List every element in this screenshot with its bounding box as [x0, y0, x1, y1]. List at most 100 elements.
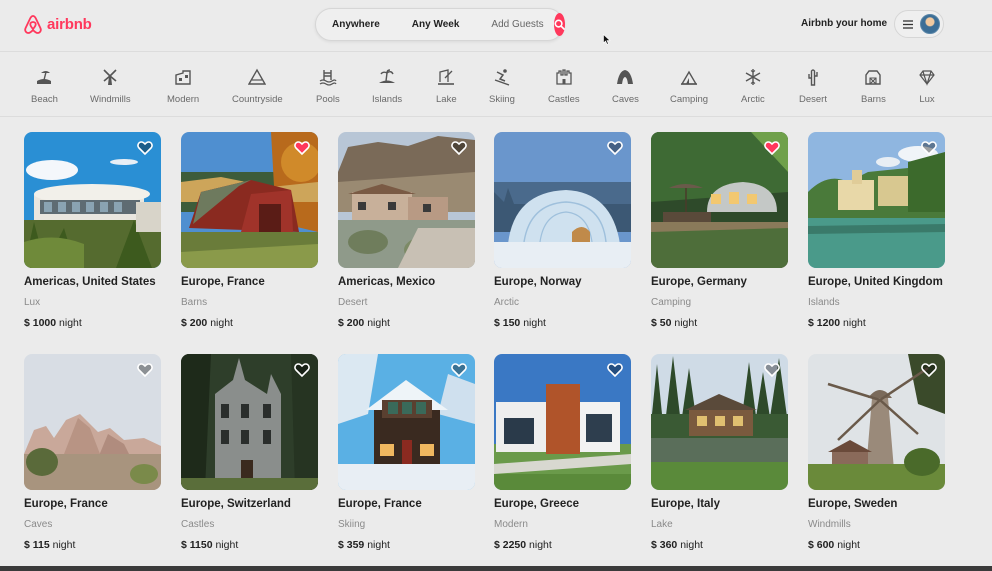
price-amount: $ 50: [651, 317, 672, 329]
lake-icon: [438, 69, 455, 85]
listing-card[interactable]: Americas, Mexico Desert $ 200 night: [338, 132, 475, 329]
category-barns[interactable]: Barns: [861, 68, 886, 105]
listing-location: Europe, France: [338, 498, 422, 510]
listing-photo[interactable]: [808, 132, 945, 268]
category-label: Lake: [436, 94, 457, 105]
heart-icon[interactable]: [451, 140, 467, 156]
category-castles[interactable]: Castles: [548, 68, 580, 105]
heart-icon[interactable]: [607, 140, 623, 156]
listing-card[interactable]: Europe, Germany Camping $ 50 night: [651, 132, 788, 329]
heart-icon[interactable]: [451, 362, 467, 378]
price-amount: $ 360: [651, 539, 678, 551]
category-windmills[interactable]: Windmills: [90, 68, 131, 105]
avatar: [920, 14, 940, 34]
heart-icon[interactable]: [921, 362, 937, 378]
listing-card[interactable]: Europe, Switzerland Castles $ 1150 night: [181, 354, 318, 551]
price-amount: $ 200: [338, 317, 365, 329]
category-label: Pools: [316, 94, 340, 105]
cave-icon: [617, 70, 634, 84]
listing-photo[interactable]: [338, 354, 475, 490]
price-amount: $ 1000: [24, 317, 57, 329]
listing-card[interactable]: Europe, Italy Lake $ 360 night: [651, 354, 788, 551]
listing-card[interactable]: Europe, Norway Arctic $ 150 night: [494, 132, 631, 329]
heart-icon[interactable]: [294, 140, 310, 156]
listing-photo[interactable]: [24, 354, 161, 490]
listing-card[interactable]: Europe, Greece Modern $ 2250 night: [494, 354, 631, 551]
price-unit: night: [215, 539, 239, 551]
price-amount: $ 115: [24, 539, 50, 551]
listing-photo[interactable]: [494, 132, 631, 268]
category-arctic[interactable]: Arctic: [741, 68, 765, 105]
category-skiing[interactable]: Skiing: [489, 68, 515, 105]
listing-location: Europe, Italy: [651, 498, 721, 510]
listing-card[interactable]: Europe, France Caves $ 115 night: [24, 354, 161, 551]
heart-icon[interactable]: [137, 140, 153, 156]
listing-category: Camping: [651, 297, 692, 308]
listing-card[interactable]: Europe, France Barns $ 200 night: [181, 132, 318, 329]
category-bar: Beach Windmills Modern Countryside Pools…: [0, 53, 992, 117]
listing-price: $ 200 night: [338, 317, 475, 329]
price-unit: night: [674, 317, 698, 329]
airbnb-logo[interactable]: airbnb: [23, 13, 92, 35]
category-modern[interactable]: Modern: [167, 68, 199, 105]
windmill-icon: [103, 69, 117, 85]
search-add-guests[interactable]: Add Guests: [475, 19, 549, 30]
airbnb-logo-icon: [24, 14, 42, 34]
category-desert[interactable]: Desert: [799, 68, 827, 105]
listing-photo[interactable]: [808, 354, 945, 490]
listing-price: $ 1200 night: [808, 317, 945, 329]
search-anywhere[interactable]: Anywhere: [316, 19, 396, 30]
category-lake[interactable]: Lake: [436, 68, 457, 105]
category-beach[interactable]: Beach: [31, 68, 58, 105]
listing-photo[interactable]: [338, 132, 475, 268]
cactus-icon: [808, 69, 818, 86]
category-pools[interactable]: Pools: [316, 68, 340, 105]
category-islands[interactable]: Islands: [372, 68, 402, 105]
user-menu-button[interactable]: [894, 10, 944, 38]
listing-photo[interactable]: [24, 132, 161, 268]
heart-icon[interactable]: [137, 362, 153, 378]
price-unit: night: [529, 539, 552, 551]
price-unit: night: [367, 317, 390, 329]
top-header: airbnb Anywhere Any Week Add Guests Airb…: [0, 0, 992, 52]
listing-card[interactable]: Europe, France Skiing $ 359 night: [338, 354, 475, 551]
listing-photo[interactable]: [651, 354, 788, 490]
price-amount: $ 1150: [181, 539, 213, 551]
listing-photo[interactable]: [494, 354, 631, 490]
category-camping[interactable]: Camping: [670, 68, 708, 105]
search-any-week[interactable]: Any Week: [396, 19, 476, 30]
listing-category: Skiing: [338, 519, 366, 530]
heart-icon[interactable]: [607, 362, 623, 378]
host-link[interactable]: Airbnb your home: [801, 18, 887, 29]
category-lux[interactable]: Lux: [918, 68, 936, 105]
listing-category: Lake: [651, 519, 673, 530]
listing-photo[interactable]: [181, 132, 318, 268]
listing-price: $ 1150 night: [181, 539, 318, 551]
listing-location: Europe, Norway: [494, 276, 582, 288]
search-button[interactable]: [553, 13, 565, 36]
listing-price: $ 2250 night: [494, 539, 631, 551]
category-countryside[interactable]: Countryside: [232, 68, 283, 105]
category-label: Camping: [670, 94, 709, 105]
mouse-cursor-icon: [603, 34, 611, 45]
search-bar[interactable]: Anywhere Any Week Add Guests: [315, 8, 565, 41]
hamburger-menu-icon: [903, 19, 913, 29]
heart-icon[interactable]: [294, 362, 310, 378]
listing-location: Europe, Germany: [651, 276, 747, 288]
castle-icon: [556, 69, 572, 85]
heart-icon[interactable]: [921, 140, 937, 156]
heart-icon[interactable]: [764, 140, 780, 156]
listing-photo[interactable]: [651, 132, 788, 268]
listing-price: $ 600 night: [808, 539, 945, 551]
price-unit: night: [210, 317, 233, 329]
category-label: Countryside: [232, 94, 283, 105]
listing-location: Europe, France: [181, 276, 265, 288]
listing-price: $ 200 night: [181, 317, 318, 329]
camping-icon: [680, 70, 698, 85]
heart-icon[interactable]: [764, 362, 780, 378]
listing-card[interactable]: Europe, United Kingdom Islands $ 1200 ni…: [808, 132, 945, 329]
listing-card[interactable]: Europe, Sweden Windmills $ 600 night: [808, 354, 945, 551]
category-caves[interactable]: Caves: [612, 68, 639, 105]
listing-card[interactable]: Americas, United States Lux $ 1000 night: [24, 132, 161, 329]
listing-photo[interactable]: [181, 354, 318, 490]
